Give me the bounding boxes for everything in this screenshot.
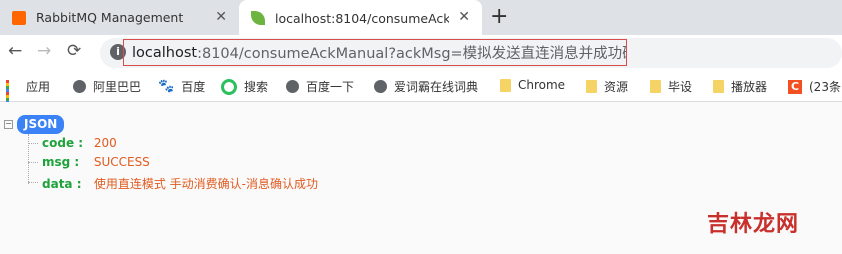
bookmark-alibaba[interactable]: 阿里巴巴 <box>73 78 141 95</box>
bookmark-label: 毕设 <box>668 80 693 94</box>
url-text[interactable]: localhost:8104/consumeAckManual?ackMsg=模… <box>123 39 627 66</box>
json-row-data: data : 使用直连模式 手动消费确认-消息确认成功 <box>42 175 318 192</box>
bookmark-folder-chrome[interactable]: Chrome <box>500 78 565 92</box>
baidu-paw-icon: 🐾 <box>158 79 175 94</box>
bookmark-baidu-yixia[interactable]: 百度一下 <box>286 78 354 95</box>
json-row-code: code : 200 <box>42 136 117 150</box>
globe-icon <box>286 80 299 93</box>
json-row-msg: msg : SUCCESS <box>42 155 150 169</box>
tab-title: localhost:8104/consumeAckManual?ackMsg=模… <box>275 11 449 26</box>
collapse-toggle[interactable]: − <box>4 120 13 129</box>
watermark-logo: 吉林龙网 <box>707 212 800 237</box>
bookmark-folder-bishe[interactable]: 毕设 <box>650 78 692 95</box>
folder-icon <box>500 78 511 92</box>
bookmark-label: 资源 <box>604 80 629 94</box>
tab-strip: RabbitMQ Management ✕ localhost:8104/con… <box>0 0 842 35</box>
spring-leaf-icon <box>251 10 265 25</box>
tree-branch <box>28 162 38 163</box>
bookmark-label: 百度 <box>181 80 206 94</box>
bookmark-label: 百度一下 <box>306 80 355 94</box>
bookmark-iciba[interactable]: 爱词霸在线词典 <box>374 78 478 95</box>
bookmark-search[interactable]: 搜索 <box>221 78 268 95</box>
folder-icon <box>650 80 661 93</box>
forward-button[interactable]: → <box>37 41 51 61</box>
bookmark-label: Chrome <box>518 78 566 92</box>
url-path: :8104/consumeAckManual?ackMsg=模拟发送直连消息并成… <box>197 46 627 62</box>
tree-branch <box>28 182 38 183</box>
tab-title: RabbitMQ Management <box>36 10 184 25</box>
bookmark-baidu[interactable]: 🐾 百度 <box>158 78 205 95</box>
reload-button[interactable]: ⟳ <box>67 41 81 61</box>
bookmark-label: (23条 <box>809 80 841 94</box>
folder-icon <box>713 80 724 93</box>
bookmark-folder-player[interactable]: 播放器 <box>713 78 767 95</box>
bookmark-label: 爱词霸在线词典 <box>394 80 479 94</box>
tree-line <box>28 134 29 184</box>
json-value: 200 <box>93 136 117 150</box>
close-icon[interactable]: ✕ <box>215 9 227 25</box>
close-icon[interactable]: ✕ <box>458 9 470 25</box>
back-button[interactable]: ← <box>8 41 22 61</box>
tab-localhost[interactable]: localhost:8104/consumeAckManual?ackMsg=模… <box>239 0 482 35</box>
url-host: localhost <box>132 44 198 61</box>
apps-icon <box>6 80 19 107</box>
new-tab-button[interactable]: + <box>490 4 508 29</box>
bookmark-csdn[interactable]: C (23条 <box>788 78 841 95</box>
json-key: code : <box>42 136 84 150</box>
csdn-c-icon: C <box>788 79 802 94</box>
bookmark-label: 应用 <box>26 80 51 94</box>
bookmark-label: 阿里巴巴 <box>93 80 142 94</box>
bookmark-folder-resources[interactable]: 资源 <box>586 78 628 95</box>
globe-icon <box>73 80 86 93</box>
json-key: msg : <box>42 155 80 169</box>
rabbitmq-icon <box>12 10 26 25</box>
so-search-icon <box>221 78 237 95</box>
bookmark-label: 播放器 <box>731 80 768 94</box>
json-value: SUCCESS <box>93 155 150 169</box>
bookmark-apps[interactable]: 应用 <box>6 78 51 107</box>
json-root-badge[interactable]: JSON <box>17 115 65 134</box>
bookmark-label: 搜索 <box>244 80 269 94</box>
json-value: 使用直连模式 手动消费确认-消息确认成功 <box>93 177 318 191</box>
json-key: data : <box>42 177 82 191</box>
folder-icon <box>586 80 597 93</box>
tab-rabbitmq[interactable]: RabbitMQ Management ✕ <box>0 0 239 35</box>
tree-branch <box>28 143 38 144</box>
globe-icon <box>374 80 387 93</box>
